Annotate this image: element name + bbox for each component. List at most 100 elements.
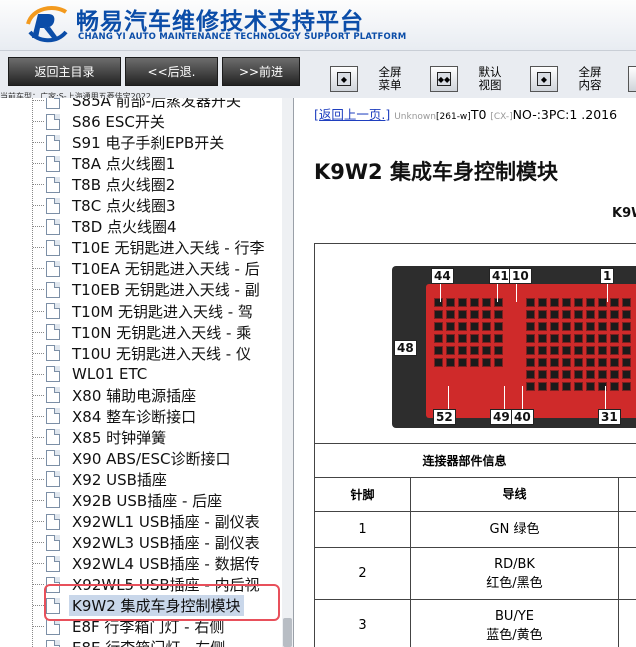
document-icon <box>46 303 60 319</box>
connector-pin <box>622 370 631 379</box>
tree-item[interactable]: E8F 行李箱门灯 - 右侧 <box>33 616 224 637</box>
tree-item[interactable]: T8B 点火线圈2 <box>33 174 175 195</box>
connector-pin <box>574 370 583 379</box>
tree-item[interactable]: X90 ABS/ESC诊断接口 <box>33 448 230 469</box>
document-pane: [返回上一页.] Unknown[261-w]T0 [CX-]NO-:3PC:1… <box>300 98 636 647</box>
fullscreen-menu-button[interactable]: ◆ <box>330 66 358 92</box>
connector-pin <box>482 346 491 355</box>
fullscreen-content-button[interactable]: ◆ <box>530 66 558 92</box>
connector-pin <box>526 298 535 307</box>
tree-item[interactable]: T10EA 无钥匙进入天线 - 后 <box>33 258 260 279</box>
toolbar-overflow-button[interactable] <box>628 66 636 92</box>
tree-scrollbar[interactable] <box>282 98 293 647</box>
default-view-icon: ◆◆ <box>437 72 451 86</box>
tree-item-label: X80 辅助电源插座 <box>72 386 197 405</box>
tree-connector-line <box>33 331 44 333</box>
connector-table: 44 41 10 1 48 52 49 40 31 连接器部件信息 针脚 导线 … <box>314 243 636 647</box>
tree-item[interactable]: X92WL4 USB插座 - 数据传 <box>33 553 260 574</box>
tree-item[interactable]: X92WL3 USB插座 - 副仪表 <box>33 532 260 553</box>
back-previous-link[interactable]: [返回上一页.] <box>314 107 390 122</box>
return-main-button[interactable]: 返回主目录 <box>8 57 121 86</box>
tree-item-selected[interactable]: K9W2 集成车身控制模块 <box>33 595 244 617</box>
connector-pin <box>610 334 619 343</box>
pin-label-31: 31 <box>598 409 621 425</box>
connector-pin <box>446 358 455 367</box>
tree-scrollbar-thumb[interactable] <box>283 618 292 647</box>
wire-color-chinese: 蓝色/黄色 <box>486 627 543 643</box>
tree-item-label: T10EA 无钥匙进入天线 - 后 <box>72 260 260 279</box>
connector-pin <box>526 310 535 319</box>
tree-item[interactable]: T8C 点火线圈3 <box>33 195 176 216</box>
connector-pin <box>622 298 631 307</box>
tree-connector-line <box>33 542 44 544</box>
wire-color-code: BU/YE <box>495 608 534 624</box>
tree-item[interactable]: X84 整车诊断接口 <box>33 406 196 427</box>
tree-connector-line <box>33 457 44 459</box>
tree-item[interactable]: E8E 行李箱门灯 - 左侧 <box>46 637 225 647</box>
tree-connector-line <box>33 310 44 312</box>
connector-pin <box>526 370 535 379</box>
tree-item[interactable]: T10N 无钥匙进入天线 - 乘 <box>33 322 251 343</box>
tree-item[interactable]: X92 USB插座 <box>33 469 167 490</box>
connector-pin <box>470 334 479 343</box>
tree-item[interactable]: X92B USB插座 - 后座 <box>33 490 222 511</box>
back-button[interactable]: <<后退. <box>125 57 218 86</box>
tree-item[interactable]: WL01 ETC <box>33 364 147 385</box>
brand-title: 畅易汽车维修技术支持平台 <box>76 9 364 35</box>
meta-code: [261-w] <box>436 112 471 122</box>
tree-item[interactable]: T8D 点火线圈4 <box>33 216 177 237</box>
document-icon <box>46 324 60 341</box>
tree-item[interactable]: S86 ESC开关 <box>33 111 165 132</box>
tree-item[interactable]: X80 辅助电源插座 <box>33 385 197 406</box>
tree-item[interactable]: X85 时钟弹簧 <box>33 427 167 448</box>
connector-pin <box>458 358 467 367</box>
connector-pin <box>458 298 467 307</box>
document-icon <box>46 492 60 509</box>
document-icon <box>46 239 60 256</box>
connector-pin <box>574 334 583 343</box>
connector-pin <box>574 310 583 319</box>
tree-connector-line <box>33 478 44 480</box>
tree-item[interactable]: S91 电子手刹EPB开关 <box>33 132 224 153</box>
connector-pin <box>562 298 571 307</box>
connector-pin <box>622 322 631 331</box>
tree-connector-line <box>33 268 44 270</box>
tree-connector-line <box>33 226 44 228</box>
connector-pin <box>598 370 607 379</box>
tree-item[interactable]: T10EB 无钥匙进入天线 - 副 <box>33 279 260 300</box>
connector-pin <box>538 310 547 319</box>
tree-item[interactable]: T10E 无钥匙进入天线 - 行李 <box>33 237 264 258</box>
connector-pin <box>446 322 455 331</box>
pin-label-10: 10 <box>509 268 532 284</box>
connector-pin <box>458 334 467 343</box>
document-icon <box>46 618 60 635</box>
tree-item[interactable]: X92WL5 USB插座 - 内后视 <box>33 574 260 595</box>
default-view-button[interactable]: ◆◆ <box>430 66 458 92</box>
connector-pin <box>586 298 595 307</box>
wire-color-cell: BU/YE 蓝色/黄色 <box>411 600 619 647</box>
tree-item-label: T8D 点火线圈4 <box>72 218 177 237</box>
tree-item[interactable]: T10U 无钥匙进入天线 - 仪 <box>33 343 251 364</box>
connector-pin <box>562 334 571 343</box>
connector-pin <box>622 334 631 343</box>
tree-item-label: X92 USB插座 <box>72 470 167 489</box>
tree-item[interactable]: T8A 点火线圈1 <box>33 153 175 174</box>
connector-pin <box>610 382 619 391</box>
connector-pin <box>482 334 491 343</box>
tree-item[interactable]: S85A 前部-后蒸发器开关 <box>33 98 242 111</box>
connector-pin <box>434 298 443 307</box>
tree-item-label: X92WL4 USB插座 - 数据传 <box>72 555 260 574</box>
connector-pin <box>482 322 491 331</box>
connector-pin <box>610 298 619 307</box>
fullscreen-menu-label: 全屏菜单 <box>378 65 402 92</box>
connector-pin <box>586 370 595 379</box>
tree-item-label: S85A 前部-后蒸发器开关 <box>72 98 242 110</box>
tree-item-label: X85 时钟弹簧 <box>72 428 167 447</box>
document-icon <box>46 113 60 130</box>
tree-item[interactable]: X92WL1 USB插座 - 副仪表 <box>33 511 260 532</box>
connector-pin <box>574 298 583 307</box>
tree-item[interactable]: T10M 无钥匙进入天线 - 驾 <box>33 301 253 322</box>
forward-button[interactable]: >>前进 <box>222 57 300 86</box>
connector-pin <box>562 382 571 391</box>
connector-pin <box>562 322 571 331</box>
